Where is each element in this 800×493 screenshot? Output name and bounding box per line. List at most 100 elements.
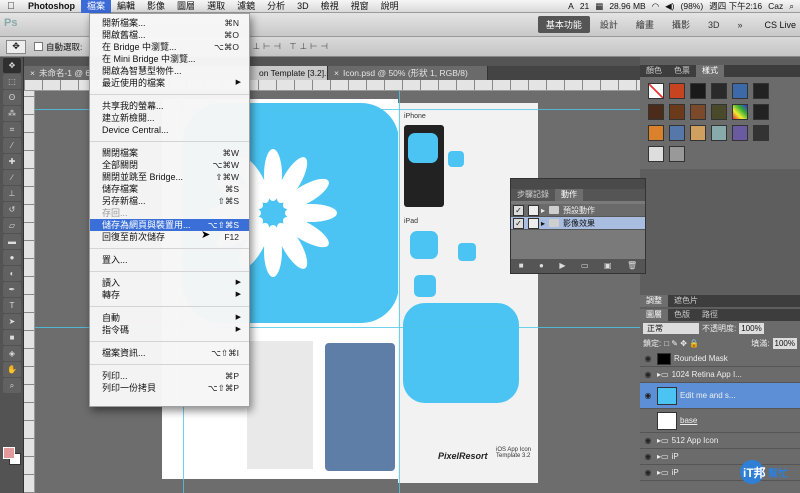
menu-item[interactable]: 置入... xyxy=(90,254,249,266)
gradient-tool-icon[interactable]: ▬ xyxy=(3,234,21,249)
adobe-icon[interactable]: A xyxy=(568,0,574,13)
menu-window[interactable]: 視窗 xyxy=(345,0,375,13)
workspace-more[interactable]: » xyxy=(729,18,750,32)
clock[interactable]: 週四 下午2:16 xyxy=(709,0,762,13)
style-swatch[interactable] xyxy=(753,83,769,99)
doc-tab-icon[interactable]: × Icon.psd @ 50% (形狀 1, RGB/8) xyxy=(328,66,488,80)
tab-layers[interactable]: 圖層 xyxy=(640,309,668,321)
menu-item[interactable]: 在 Mini Bridge 中瀏覽... xyxy=(90,53,249,65)
menu-item[interactable]: 開啟舊檔... ⌘O xyxy=(90,29,249,41)
close-tab-icon[interactable]: × xyxy=(334,68,339,78)
style-swatch[interactable] xyxy=(753,104,769,120)
menu-item[interactable]: 儲存檔案 ⌘S xyxy=(90,183,249,195)
eraser-tool-icon[interactable]: ▱ xyxy=(3,218,21,233)
wand-tool-icon[interactable]: ⁂ xyxy=(3,106,21,121)
action-check[interactable]: ✓ xyxy=(513,204,524,216)
stop-icon[interactable]: ■ xyxy=(519,259,524,273)
menu-file[interactable]: 檔案 xyxy=(81,0,112,13)
action-set-row[interactable]: ✓ ▸ 影像效果 xyxy=(511,217,645,230)
dialog-toggle[interactable] xyxy=(528,204,539,216)
menu-item[interactable]: 建立新檢閱... xyxy=(90,112,249,124)
new-set-icon[interactable]: ▭ xyxy=(581,259,589,273)
layer-row[interactable]: base xyxy=(640,409,800,433)
workspace-photography[interactable]: 攝影 xyxy=(664,16,698,33)
style-swatch[interactable] xyxy=(690,104,706,120)
eyedropper-tool-icon[interactable]: ⁄ xyxy=(3,138,21,153)
tab-adjustments[interactable]: 調整 xyxy=(640,295,668,307)
menu-item[interactable]: 自動 ▶ xyxy=(90,312,249,324)
crop-tool-icon[interactable]: ⌗ xyxy=(3,122,21,137)
layer-row[interactable]: ◉ ▸▭ 1024 Retina App I... xyxy=(640,367,800,383)
style-swatch[interactable] xyxy=(648,125,664,141)
stamp-tool-icon[interactable]: ⊥ xyxy=(3,186,21,201)
menu-item[interactable]: 開啟為智慧型物件... xyxy=(90,65,249,77)
play-icon[interactable]: ▶ xyxy=(559,259,565,273)
eye-icon[interactable]: ◉ xyxy=(642,436,654,445)
menu-help[interactable]: 說明 xyxy=(375,0,405,13)
spotlight-icon[interactable]: ⌕ xyxy=(789,0,794,13)
close-tab-icon[interactable]: × xyxy=(30,68,35,78)
cs-live[interactable]: CS Live xyxy=(764,20,796,30)
workspace-essentials[interactable]: 基本功能 xyxy=(537,16,590,33)
zoom-tool-icon[interactable]: ⌕ xyxy=(3,378,21,393)
lock-icons[interactable]: □ ✎ ✥ 🔒 xyxy=(664,339,699,348)
healing-tool-icon[interactable]: ✚ xyxy=(3,154,21,169)
path-select-icon[interactable]: ➤ xyxy=(3,314,21,329)
menu-item[interactable]: Device Central... xyxy=(90,124,249,136)
lasso-tool-icon[interactable]: ʘ xyxy=(3,90,21,105)
auto-select-checkbox[interactable] xyxy=(34,42,43,51)
volume-icon[interactable]: ◀) xyxy=(665,0,674,13)
new-action-icon[interactable]: ▣ xyxy=(604,259,612,273)
delete-icon[interactable]: 🗑 xyxy=(627,259,637,273)
vertical-ruler[interactable] xyxy=(24,91,35,493)
type-tool-icon[interactable]: T xyxy=(3,298,21,313)
menu-item[interactable]: 關閉並跳至 Bridge... ⇧⌘W xyxy=(90,171,249,183)
menu-filter[interactable]: 濾鏡 xyxy=(231,0,261,13)
menu-item[interactable]: 列印... ⌘P xyxy=(90,370,249,382)
menu-select[interactable]: 選取 xyxy=(201,0,231,13)
opacity-input[interactable]: 100% xyxy=(739,323,764,334)
workspace-3d[interactable]: 3D xyxy=(700,18,728,32)
style-swatch[interactable] xyxy=(648,146,664,162)
fill-input[interactable]: 100% xyxy=(772,338,797,349)
tab-actions[interactable]: 動作 xyxy=(555,189,583,201)
layer-row[interactable]: ◉ Edit me and s... xyxy=(640,383,800,409)
menu-item[interactable]: 共享我的螢幕... xyxy=(90,100,249,112)
menu-item[interactable]: 全部關閉 ⌥⌘W xyxy=(90,159,249,171)
marquee-tool-icon[interactable]: ⬚ xyxy=(3,74,21,89)
menu-item[interactable]: 轉存 ▶ xyxy=(90,289,249,301)
history-brush-icon[interactable]: ↺ xyxy=(3,202,21,217)
style-swatch[interactable] xyxy=(669,104,685,120)
layer-row[interactable]: ◉ Rounded Mask xyxy=(640,351,800,367)
move-tool-preset[interactable]: ✥ xyxy=(6,39,26,54)
menu-photoshop[interactable]: Photoshop xyxy=(22,0,81,13)
dialog-toggle[interactable] xyxy=(528,217,539,229)
menu-item[interactable]: 最近使用的檔案 ▶ xyxy=(90,77,249,89)
apple-icon[interactable]:  xyxy=(0,1,22,12)
style-swatch[interactable] xyxy=(711,83,727,99)
pen-tool-icon[interactable]: ✒ xyxy=(3,282,21,297)
menu-item[interactable]: 關閉檔案 ⌘W xyxy=(90,147,249,159)
style-none[interactable] xyxy=(648,83,664,99)
move-tool-icon[interactable]: ✥ xyxy=(3,58,21,73)
hand-tool-icon[interactable]: ✋ xyxy=(3,362,21,377)
actions-panel-header[interactable] xyxy=(511,179,645,189)
style-swatch[interactable] xyxy=(732,104,748,120)
shape-tool-icon[interactable]: ■ xyxy=(3,330,21,345)
style-swatch[interactable] xyxy=(711,104,727,120)
expand-arrow-icon[interactable]: ▸ xyxy=(541,206,545,215)
style-swatch[interactable] xyxy=(732,125,748,141)
layer-row[interactable]: ◉ ▸▭ 512 App Icon xyxy=(640,433,800,449)
eye-icon[interactable]: ◉ xyxy=(642,354,654,363)
tab-masks[interactable]: 遮色片 xyxy=(668,295,704,307)
menu-item[interactable]: 儲存為網頁與裝置用... ⌥⇧⌘S xyxy=(90,219,249,231)
blend-mode-select[interactable]: 正常 xyxy=(643,323,699,334)
menu-item[interactable]: 檔案資訊... ⌥⇧⌘I xyxy=(90,347,249,359)
3d-tool-icon[interactable]: ◈ xyxy=(3,346,21,361)
style-swatch[interactable] xyxy=(669,146,685,162)
dodge-tool-icon[interactable]: ◐ xyxy=(3,266,21,281)
action-set-row[interactable]: ✓ ▸ 預設動作 xyxy=(511,204,645,217)
eye-icon[interactable]: ◉ xyxy=(642,391,654,400)
tab-paths[interactable]: 路徑 xyxy=(696,309,724,321)
menu-item[interactable]: 讀入 ▶ xyxy=(90,277,249,289)
